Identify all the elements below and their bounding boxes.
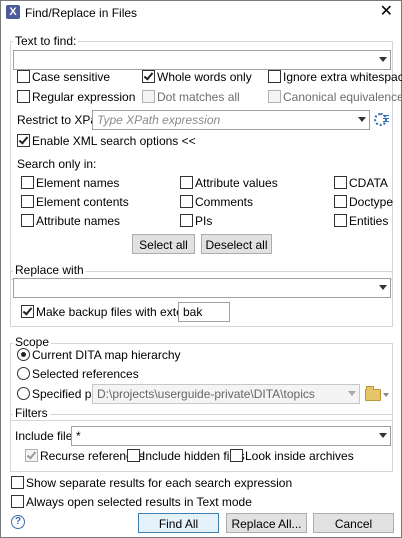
backup-extension-field[interactable]: bak — [178, 302, 230, 322]
element-names-label: Element names — [36, 176, 120, 190]
current-dita-map-label: Current DITA map hierarchy — [32, 348, 181, 362]
folder-icon[interactable] — [365, 386, 381, 401]
help-icon[interactable]: ? — [11, 515, 25, 529]
list-icon — [383, 115, 389, 124]
backup-extension-value: bak — [183, 305, 203, 319]
filters-title: Filters — [13, 406, 50, 420]
pis-label: PIs — [195, 214, 213, 228]
case-sensitive-checkbox[interactable] — [17, 70, 30, 83]
regular-expression-checkbox[interactable] — [17, 90, 30, 103]
canonical-equivalence-checkbox[interactable] — [268, 90, 281, 103]
dot-matches-all-label: Dot matches all — [157, 90, 240, 104]
attribute-names-checkbox[interactable] — [21, 214, 34, 227]
chevron-down-icon[interactable] — [348, 391, 356, 396]
recurse-references-checkbox[interactable] — [25, 449, 38, 462]
element-contents-checkbox[interactable] — [21, 195, 34, 208]
title-bar: X Find/Replace in Files ✕ — [1, 1, 401, 25]
xpath-combo[interactable]: Type XPath expression — [92, 110, 370, 130]
dialog-title: Find/Replace in Files — [25, 6, 138, 20]
attribute-values-checkbox[interactable] — [180, 176, 193, 189]
doctype-checkbox[interactable] — [334, 195, 347, 208]
include-files-value: * — [76, 429, 81, 443]
backup-files-checkbox[interactable] — [21, 305, 34, 318]
attribute-values-label: Attribute values — [195, 176, 278, 190]
text-mode-checkbox[interactable] — [11, 495, 24, 508]
deselect-all-button[interactable]: Deselect all — [201, 234, 272, 254]
find-text-combo[interactable] — [13, 50, 391, 70]
xpath-options-icon[interactable] — [374, 113, 390, 126]
replace-with-title: Replace with — [13, 263, 86, 277]
enable-xml-search-label[interactable]: Enable XML search options << — [32, 134, 196, 148]
chevron-down-icon[interactable] — [358, 117, 366, 122]
replace-text-combo[interactable] — [13, 278, 391, 298]
text-mode-label: Always open selected results in Text mod… — [26, 495, 252, 509]
look-inside-archives-label: Look inside archives — [245, 449, 354, 463]
ignore-whitespace-label: Ignore extra whitespaces — [283, 70, 402, 84]
element-contents-label: Element contents — [36, 195, 129, 209]
doctype-label: Doctype — [349, 195, 394, 209]
cdata-label: CDATA — [349, 176, 388, 190]
app-logo-icon: X — [6, 5, 20, 19]
specified-path-combo[interactable]: D:\projects\userguide-private\DITA\topic… — [92, 384, 360, 404]
include-files-combo[interactable]: * — [71, 426, 391, 446]
cancel-button[interactable]: Cancel — [313, 513, 394, 533]
selected-references-radio[interactable] — [17, 367, 30, 380]
enable-xml-search-checkbox[interactable] — [17, 134, 30, 147]
entities-checkbox[interactable] — [334, 214, 347, 227]
chevron-down-icon[interactable] — [383, 393, 389, 397]
element-names-checkbox[interactable] — [21, 176, 34, 189]
find-replace-dialog: X Find/Replace in Files ✕ Text to find: … — [0, 0, 402, 538]
specified-path-value: D:\projects\userguide-private\DITA\topic… — [97, 387, 315, 401]
dot-matches-all-checkbox[interactable] — [142, 90, 155, 103]
close-icon[interactable]: ✕ — [380, 3, 393, 21]
ignore-whitespace-checkbox[interactable] — [268, 70, 281, 83]
select-all-button[interactable]: Select all — [132, 234, 195, 254]
canonical-equivalence-label: Canonical equivalence — [283, 90, 402, 104]
specified-path-radio[interactable] — [17, 387, 30, 400]
regular-expression-label: Regular expression — [32, 90, 136, 104]
chevron-down-icon[interactable] — [379, 285, 387, 290]
scope-title: Scope — [13, 335, 52, 349]
comments-label: Comments — [195, 195, 254, 209]
case-sensitive-label: Case sensitive — [32, 70, 111, 84]
include-hidden-files-checkbox[interactable] — [127, 449, 140, 462]
xpath-placeholder: Type XPath expression — [97, 113, 221, 127]
cdata-checkbox[interactable] — [334, 176, 347, 189]
search-only-in-label: Search only in: — [17, 157, 97, 171]
chevron-down-icon[interactable] — [379, 57, 387, 62]
entities-label: Entities — [349, 214, 389, 228]
find-all-button[interactable]: Find All — [138, 513, 219, 533]
text-to-find-title: Text to find: — [13, 34, 79, 48]
chevron-down-icon[interactable] — [379, 433, 387, 438]
separate-results-label: Show separate results for each search ex… — [26, 476, 293, 490]
comments-checkbox[interactable] — [180, 195, 193, 208]
current-dita-map-radio[interactable] — [17, 348, 30, 361]
look-inside-archives-checkbox[interactable] — [230, 449, 243, 462]
separate-results-checkbox[interactable] — [11, 476, 24, 489]
selected-references-label: Selected references — [32, 367, 139, 381]
whole-words-checkbox[interactable] — [142, 70, 155, 83]
whole-words-label: Whole words only — [157, 70, 252, 84]
pis-checkbox[interactable] — [180, 214, 193, 227]
attribute-names-label: Attribute names — [36, 214, 121, 228]
replace-all-button[interactable]: Replace All... — [226, 513, 307, 533]
